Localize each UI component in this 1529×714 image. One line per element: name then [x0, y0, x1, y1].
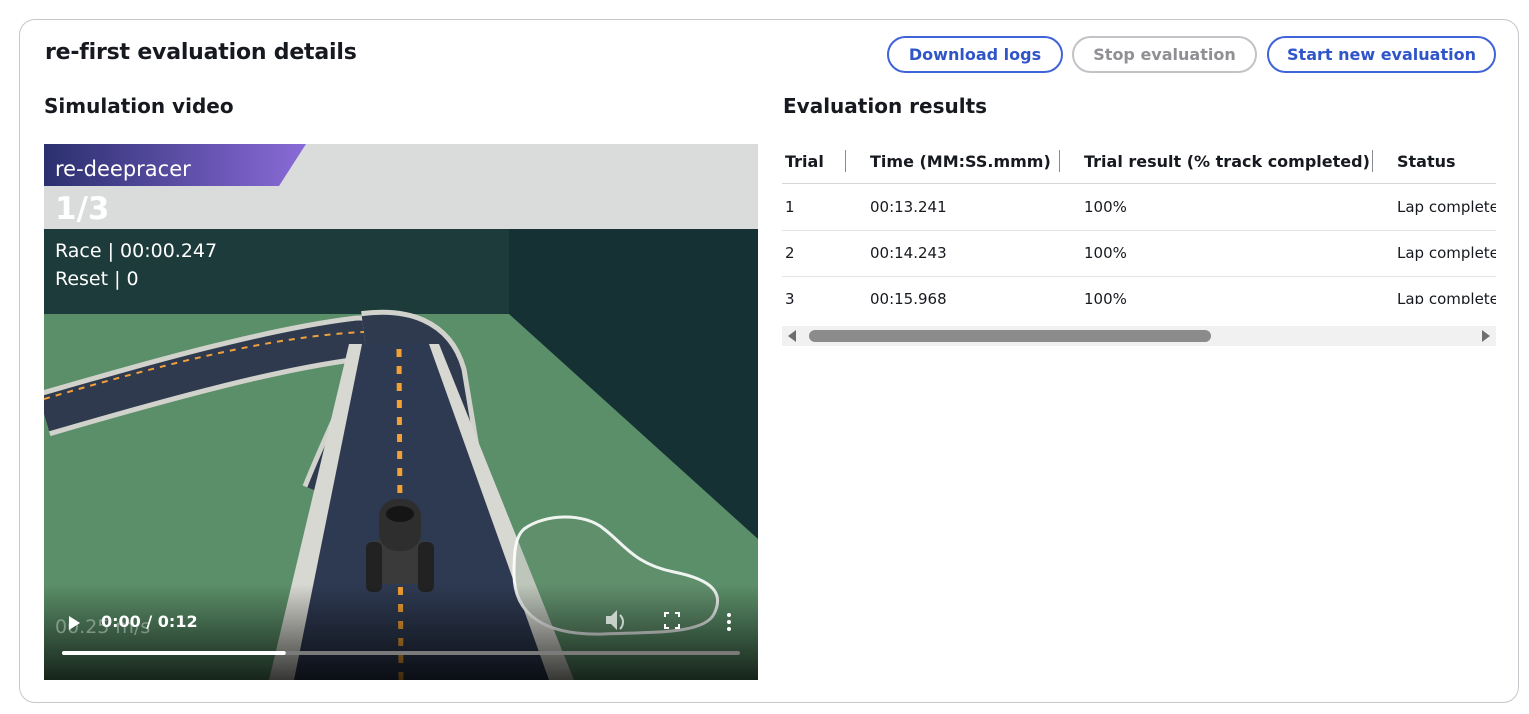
- mute-button[interactable]: [600, 606, 628, 636]
- stop-evaluation-button[interactable]: Stop evaluation: [1072, 36, 1257, 73]
- status-cell: Lap complete: [1397, 244, 1496, 262]
- video-seek-bar[interactable]: [62, 644, 740, 660]
- time-cell: 00:15.968: [870, 290, 947, 304]
- fullscreen-button[interactable]: [658, 606, 686, 636]
- race-time-label: Race | 00:00.247: [55, 240, 218, 262]
- result-cell: 100%: [1084, 244, 1127, 262]
- lap-counter: 1/3: [55, 191, 110, 227]
- play-button[interactable]: [60, 606, 90, 636]
- page-title: re-first evaluation details: [45, 40, 357, 65]
- reset-count-label: Reset | 0: [55, 268, 139, 290]
- evaluation-details-card: re-first evaluation details Download log…: [19, 19, 1519, 703]
- table-row: 3 00:15.968 100% Lap complete: [782, 276, 1496, 304]
- trial-cell: 1: [785, 198, 795, 216]
- horizontal-scrollbar[interactable]: [782, 326, 1496, 346]
- start-new-evaluation-button[interactable]: Start new evaluation: [1267, 36, 1496, 73]
- scrollbar-thumb: [809, 330, 1211, 342]
- time-cell: 00:14.243: [870, 244, 947, 262]
- column-header-status[interactable]: Status: [1397, 152, 1456, 171]
- status-cell: Lap complete: [1397, 198, 1496, 216]
- time-cell: 00:13.241: [870, 198, 947, 216]
- result-cell: 100%: [1084, 290, 1127, 304]
- simulation-video-heading: Simulation video: [44, 94, 234, 118]
- status-cell: Lap complete: [1397, 290, 1496, 304]
- result-cell: 100%: [1084, 198, 1127, 216]
- simulation-video-player[interactable]: re-deepracer 1/3 Race | 00:00.247 Reset …: [44, 144, 758, 680]
- simulation-scene: [44, 144, 758, 680]
- column-header-trial[interactable]: Trial: [785, 152, 824, 171]
- more-options-button[interactable]: [717, 606, 741, 636]
- trial-cell: 3: [785, 290, 795, 304]
- download-logs-button[interactable]: Download logs: [887, 36, 1063, 73]
- table-row: 1 00:13.241 100% Lap complete: [782, 184, 1496, 231]
- trial-cell: 2: [785, 244, 795, 262]
- table-header: Trial Time (MM:SS.mmm) Trial result (% t…: [782, 144, 1496, 184]
- column-header-time[interactable]: Time (MM:SS.mmm): [870, 152, 1051, 171]
- table-row: 2 00:14.243 100% Lap complete: [782, 230, 1496, 277]
- model-name-label: re-deepracer: [55, 157, 191, 181]
- evaluation-results-heading: Evaluation results: [783, 94, 988, 118]
- video-time: 0:00 / 0:12: [101, 612, 198, 631]
- column-header-trial-result[interactable]: Trial result (% track completed): [1084, 152, 1370, 171]
